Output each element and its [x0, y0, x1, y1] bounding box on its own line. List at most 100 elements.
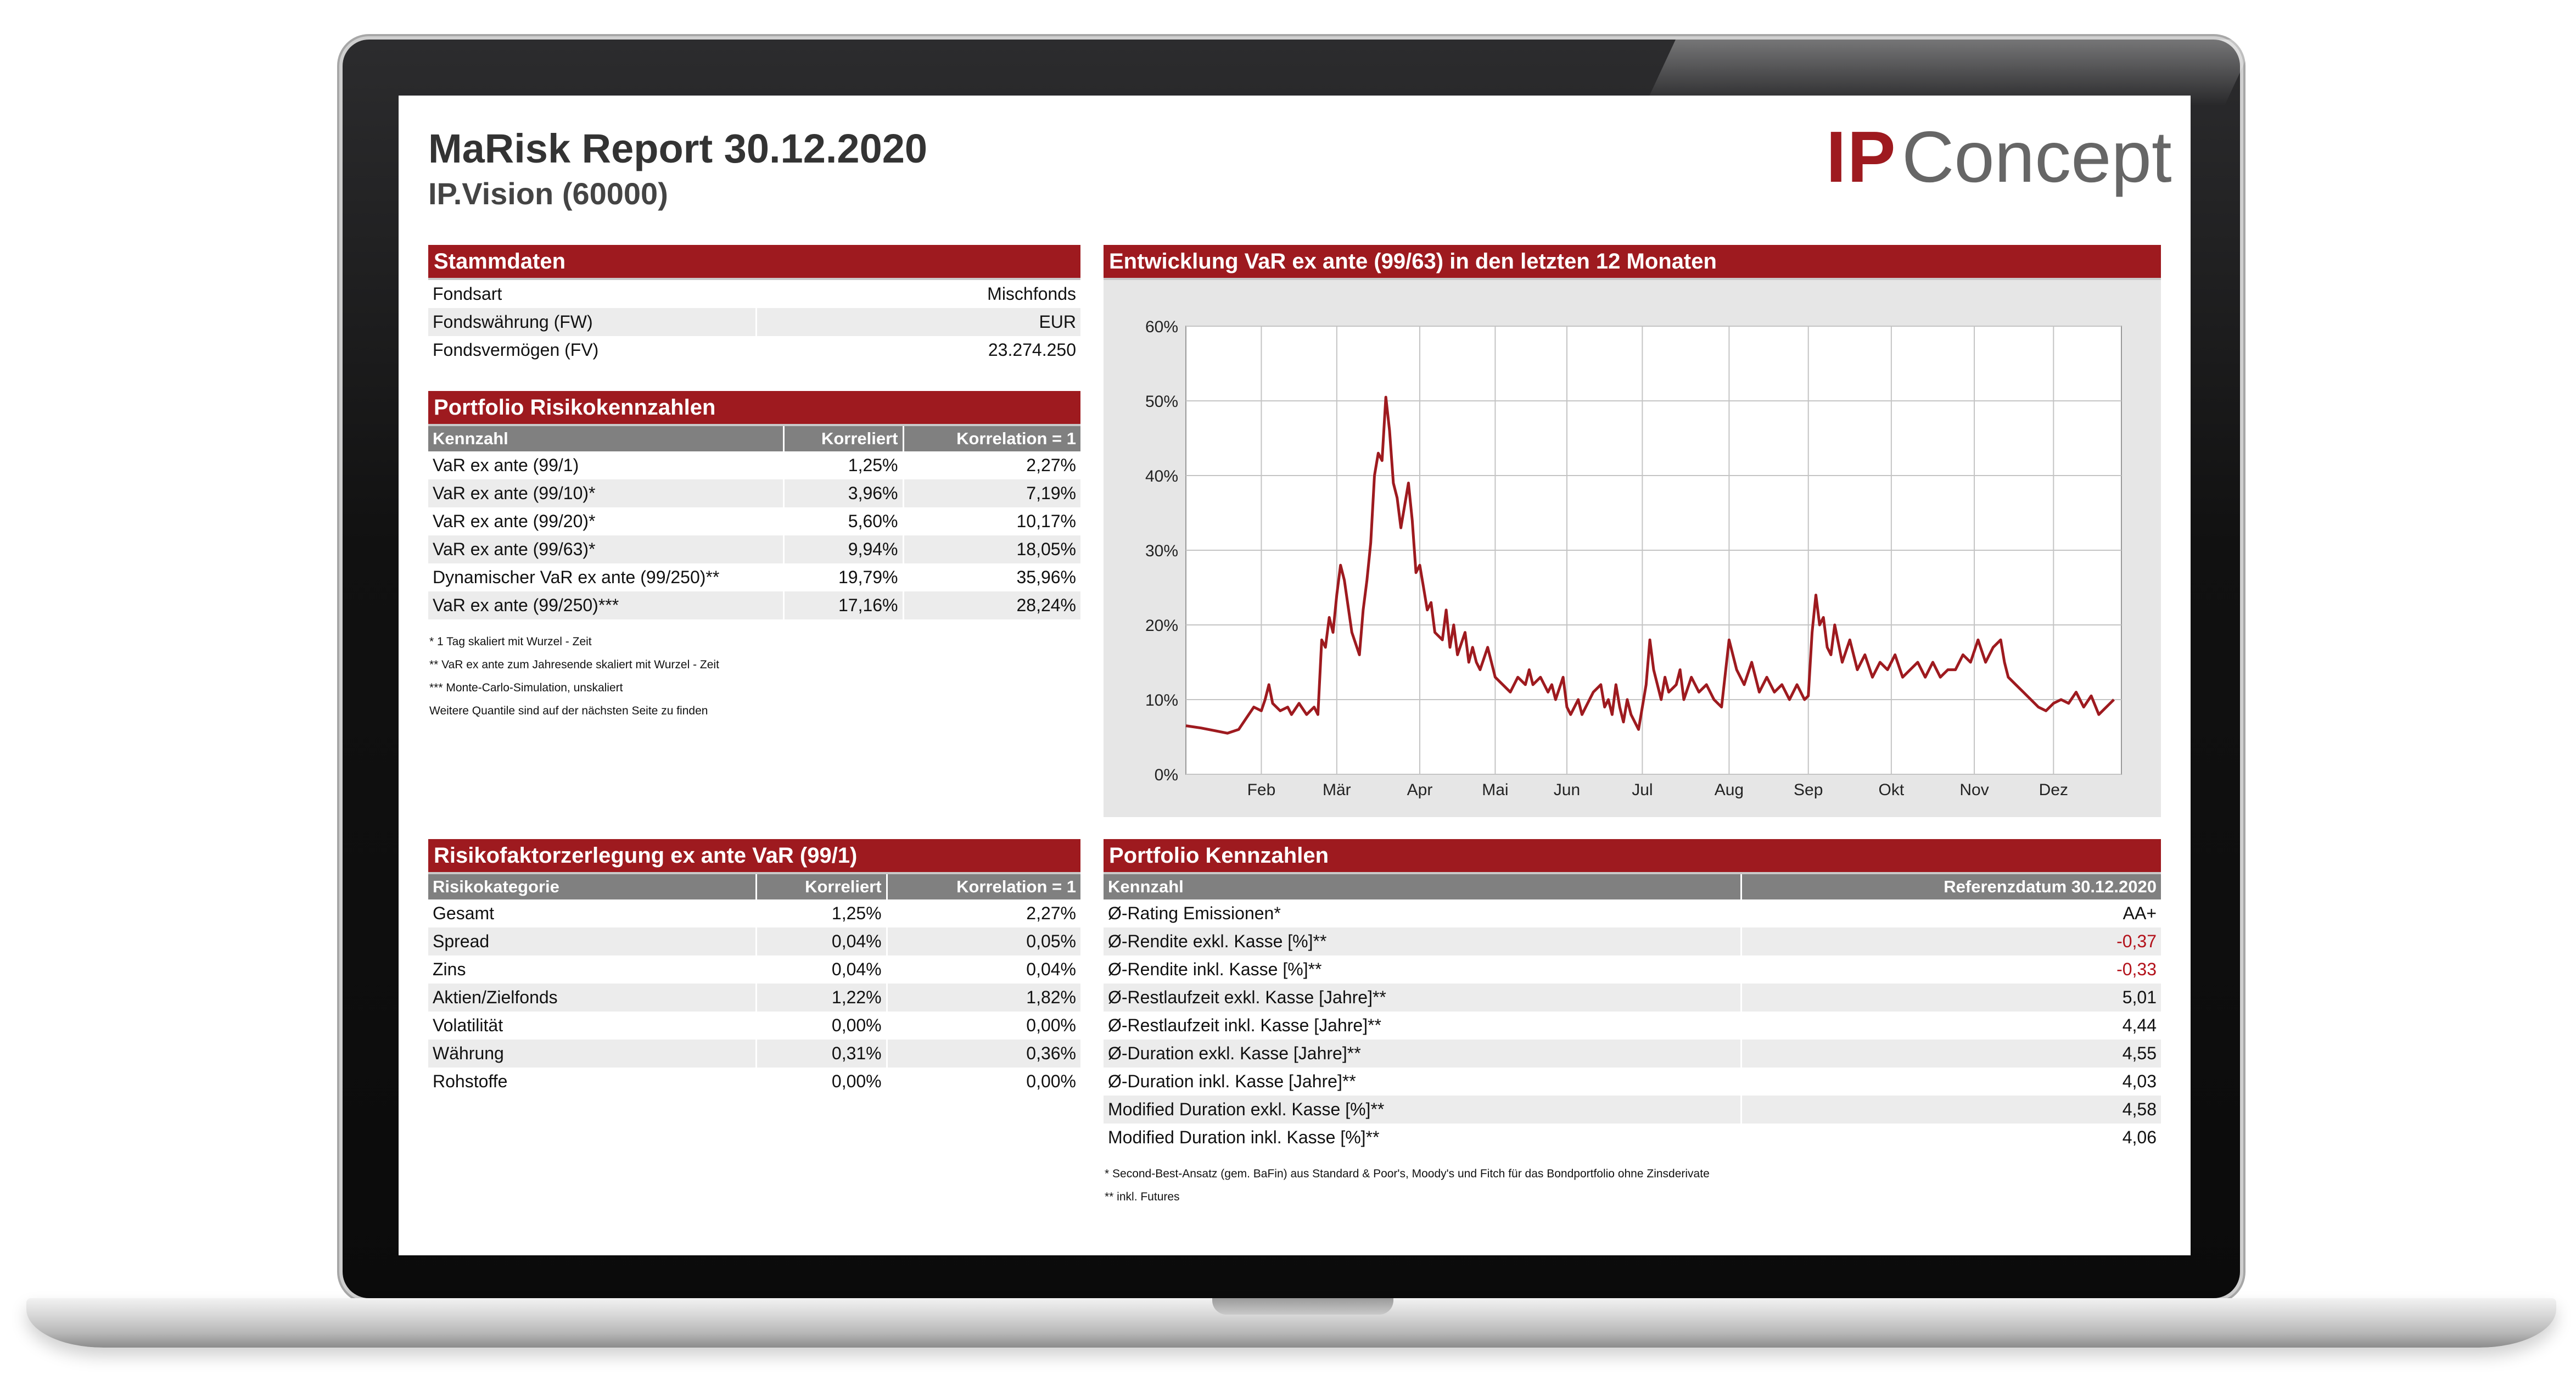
cell-korrelation-1: 2,27%	[886, 899, 1080, 927]
row-label: Aktien/Zielfonds	[428, 984, 757, 1012]
footnote: * 1 Tag skaliert mit Wurzel - Zeit	[429, 635, 592, 648]
row-value: 4,06	[1740, 1124, 2161, 1152]
row-label: Zins	[433, 959, 466, 979]
cell-korreliert: 0,00%	[755, 1012, 887, 1040]
kennzahlen-section: Portfolio Kennzahlen Kennzahl Referenzda…	[1104, 839, 2161, 1209]
cell-korrelation-1: 1,82%	[886, 984, 1080, 1012]
table-row: Zins 0,04% 0,04%	[428, 955, 1080, 984]
table-row: Modified Duration exkl. Kasse [%]** 4,58	[1104, 1096, 2161, 1124]
column-header: Korrelation = 1	[902, 426, 1080, 451]
cell-korrelation-1: 0,04%	[886, 955, 1080, 984]
risikokennzahlen-section: Portfolio Risikokennzahlen Kennzahl Korr…	[428, 391, 1080, 723]
table-row: Aktien/Zielfonds 1,22% 1,82%	[428, 984, 1080, 1012]
table-row: Ø-Restlaufzeit inkl. Kasse [Jahre]** 4,4…	[1104, 1012, 2161, 1040]
table-row: Fondswährung (FW) EUR	[428, 308, 1080, 336]
table-header-row: Risikokategorie Korreliert Korrelation =…	[428, 874, 1080, 899]
column-header: Korreliert	[755, 874, 887, 899]
chart-heading: Entwicklung VaR ex ante (99/63) in den l…	[1104, 245, 2161, 280]
fund-name: IP.Vision (60000)	[428, 176, 668, 211]
zerlegung-table: Risikokategorie Korreliert Korrelation =…	[428, 874, 1080, 1096]
x-tick-label: Jun	[1554, 781, 1580, 799]
row-value: 5,01	[1740, 984, 2161, 1012]
table-header-row: Kennzahl Referenzdatum 30.12.2020	[1104, 874, 2161, 899]
cell-korreliert: 5,60%	[783, 507, 903, 535]
table-row: VaR ex ante (99/1) 1,25% 2,27%	[428, 451, 1080, 479]
row-value: -0,37	[1740, 927, 2161, 955]
x-tick-label: Sep	[1794, 781, 1823, 799]
y-tick-label: 60%	[1145, 318, 1178, 336]
column-header: Kennzahl	[428, 426, 784, 451]
kennzahlen-table: Kennzahl Referenzdatum 30.12.2020 Ø-Rati…	[1104, 874, 2161, 1152]
table-row: Fondsvermögen (FV) 23.274.250	[428, 336, 1080, 364]
row-label: VaR ex ante (99/10)*	[428, 479, 784, 507]
footnote: Weitere Quantile sind auf der nächsten S…	[429, 705, 708, 717]
x-tick-label: Jul	[1632, 781, 1653, 799]
row-label: Ø-Duration exkl. Kasse [Jahre]**	[1104, 1040, 1741, 1068]
table-row: Rohstoffe 0,00% 0,00%	[428, 1068, 1080, 1096]
cell-korreliert: 0,04%	[755, 927, 887, 955]
risiko-footnotes: * 1 Tag skaliert mit Wurzel - Zeit ** Va…	[428, 630, 1080, 723]
row-value: AA+	[1740, 899, 2161, 927]
row-value: EUR	[755, 308, 1080, 336]
kennzahlen-heading: Portfolio Kennzahlen	[1104, 839, 2161, 874]
row-label: Fondsvermögen (FV)	[433, 340, 599, 360]
stammdaten-heading: Stammdaten	[428, 245, 1080, 280]
laptop-notch	[1212, 1298, 1393, 1315]
row-label: Modified Duration exkl. Kasse [%]**	[1104, 1096, 1741, 1124]
cell-korreliert: 1,25%	[755, 899, 887, 927]
cell-korrelation-1: 35,96%	[902, 563, 1080, 591]
row-value: Mischfonds	[755, 280, 1080, 308]
footnote: ** inkl. Futures	[1105, 1191, 1180, 1203]
cell-korreliert: 0,31%	[755, 1040, 887, 1068]
logo-ip-text: IP	[1826, 116, 1897, 197]
row-label: Modified Duration inkl. Kasse [%]**	[1108, 1127, 1380, 1147]
row-label: VaR ex ante (99/63)*	[428, 535, 784, 563]
row-value: 4,03	[1740, 1068, 2161, 1096]
cell-korreliert: 1,25%	[783, 451, 903, 479]
row-value: 23.274.250	[755, 336, 1080, 364]
table-row: Ø-Duration exkl. Kasse [Jahre]** 4,55	[1104, 1040, 2161, 1068]
row-label: Ø-Duration inkl. Kasse [Jahre]**	[1108, 1071, 1356, 1091]
page-title: MaRisk Report 30.12.2020	[428, 126, 928, 171]
row-label: VaR ex ante (99/20)*	[433, 511, 596, 531]
row-label: Volatilität	[433, 1015, 503, 1035]
cell-korreliert: 3,96%	[783, 479, 903, 507]
row-value: 4,55	[1740, 1040, 2161, 1068]
zerlegung-heading: Risikofaktorzerlegung ex ante VaR (99/1)	[428, 839, 1080, 874]
x-tick-label: Dez	[2039, 781, 2068, 799]
x-tick-label: Mär	[1323, 781, 1351, 799]
cell-korreliert: 9,94%	[783, 535, 903, 563]
footnote: ** VaR ex ante zum Jahresende skaliert m…	[429, 658, 719, 671]
table-row: Modified Duration inkl. Kasse [%]** 4,06	[1104, 1124, 2161, 1152]
row-value: 4,44	[1740, 1012, 2161, 1040]
row-label: Währung	[428, 1040, 757, 1068]
y-tick-label: 40%	[1145, 467, 1178, 485]
risikokennzahlen-table: Kennzahl Korreliert Korrelation = 1 VaR …	[428, 426, 1080, 619]
y-tick-label: 50%	[1145, 393, 1178, 411]
table-row: VaR ex ante (99/63)* 9,94% 18,05%	[428, 535, 1080, 563]
y-tick-label: 20%	[1145, 617, 1178, 635]
cell-korrelation-1: 0,00%	[886, 1012, 1080, 1040]
y-tick-label: 0%	[1155, 766, 1178, 784]
table-row: Spread 0,04% 0,05%	[428, 927, 1080, 955]
table-row: VaR ex ante (99/10)* 3,96% 7,19%	[428, 479, 1080, 507]
cell-korrelation-1: 2,27%	[902, 451, 1080, 479]
row-label: Spread	[428, 927, 757, 955]
row-label: Ø-Rendite inkl. Kasse [%]**	[1108, 959, 1322, 979]
column-header: Korreliert	[783, 426, 903, 451]
table-row: Ø-Rendite inkl. Kasse [%]** -0,33	[1104, 955, 2161, 984]
table-row: Ø-Rating Emissionen* AA+	[1104, 899, 2161, 927]
table-row: Ø-Duration inkl. Kasse [Jahre]** 4,03	[1104, 1068, 2161, 1096]
column-header: Referenzdatum 30.12.2020	[1740, 874, 2161, 899]
var-line-chart: 0% 10% 20% 30% 40% 50% 60% Feb Mär Apr Mai Jun Jul Au…	[1145, 318, 2122, 799]
row-value: 4,58	[1740, 1096, 2161, 1124]
row-label: Ø-Restlaufzeit inkl. Kasse [Jahre]**	[1108, 1015, 1381, 1035]
y-tick-label: 10%	[1145, 691, 1178, 709]
x-tick-label: Aug	[1715, 781, 1744, 799]
cell-korrelation-1: 0,05%	[886, 927, 1080, 955]
zerlegung-section: Risikofaktorzerlegung ex ante VaR (99/1)…	[428, 839, 1080, 1096]
row-label: Rohstoffe	[433, 1071, 508, 1091]
ipconcept-logo: IP Concept	[1826, 115, 2172, 198]
row-label: Gesamt	[433, 903, 495, 923]
chart-panel: 0% 10% 20% 30% 40% 50% 60% Feb Mär Apr Mai Jun Jul Au…	[1104, 280, 2161, 817]
